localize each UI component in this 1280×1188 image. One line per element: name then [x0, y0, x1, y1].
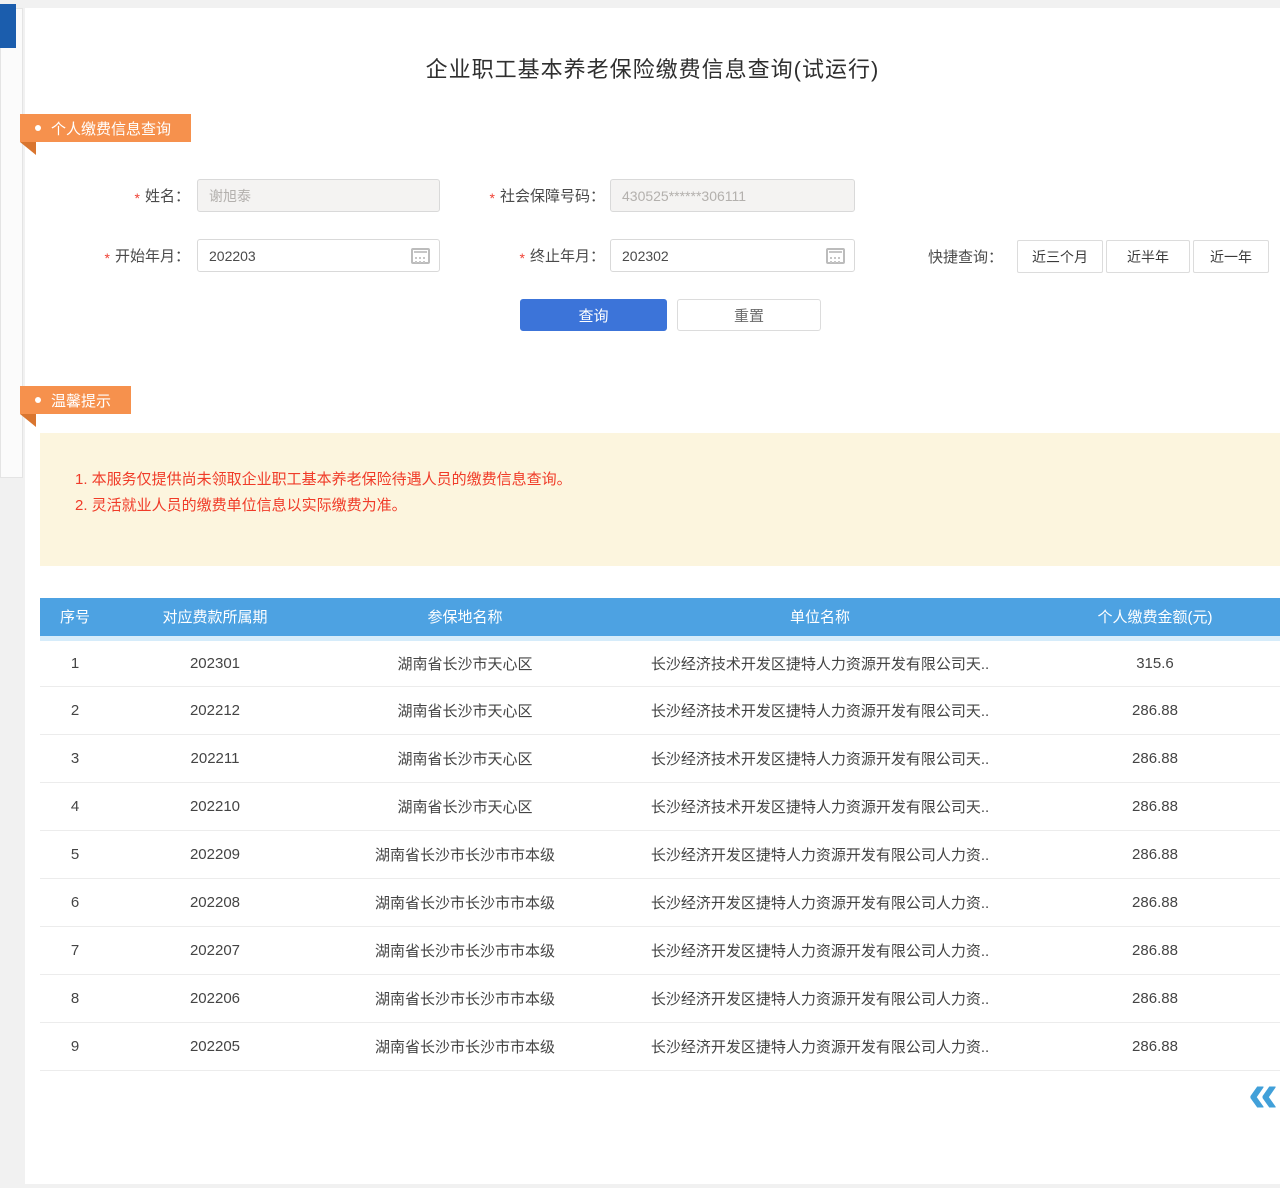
table-cell: 286.88 [1030, 878, 1280, 926]
table-cell: 202205 [110, 1022, 320, 1070]
ssn-label: * 社会保障号码： [430, 179, 605, 212]
table-cell: 286.88 [1030, 782, 1280, 830]
table-cell: 286.88 [1030, 1022, 1280, 1070]
table-cell: 202207 [110, 926, 320, 974]
table-row: 8202206湖南省长沙市长沙市市本级长沙经济开发区捷特人力资源开发有限公司人力… [40, 974, 1280, 1022]
table-cell: 湖南省长沙市长沙市市本级 [320, 830, 610, 878]
table-cell: 8 [40, 974, 110, 1022]
table-cell: 1 [40, 638, 110, 686]
table-cell: 长沙经济技术开发区捷特人力资源开发有限公司天.. [610, 782, 1030, 830]
quick-last-3-months-button[interactable]: 近三个月 [1017, 240, 1103, 273]
table-cell: 7 [40, 926, 110, 974]
table-row: 4202210湖南省长沙市天心区长沙经济技术开发区捷特人力资源开发有限公司天..… [40, 782, 1280, 830]
name-field: 谢旭泰 [197, 179, 440, 212]
quick-query-label: 快捷查询： [880, 240, 1003, 273]
start-month-field[interactable]: 202203 [197, 239, 440, 272]
table-cell: 湖南省长沙市天心区 [320, 638, 610, 686]
table-cell: 湖南省长沙市天心区 [320, 782, 610, 830]
payment-table-body: 1202301湖南省长沙市天心区长沙经济技术开发区捷特人力资源开发有限公司天..… [40, 638, 1280, 1070]
reset-button[interactable]: 重置 [677, 299, 821, 331]
table-cell: 315.6 [1030, 638, 1280, 686]
tips-section-badge: 温馨提示 [20, 386, 131, 414]
table-cell: 湖南省长沙市长沙市市本级 [320, 974, 610, 1022]
bullet-icon [35, 125, 41, 131]
table-cell: 286.88 [1030, 974, 1280, 1022]
table-cell: 202206 [110, 974, 320, 1022]
calendar-icon[interactable] [411, 248, 430, 264]
quick-query-group: 近三个月 近半年 近一年 [1017, 240, 1269, 273]
query-section-badge-label: 个人缴费信息查询 [51, 118, 171, 139]
end-month-field[interactable]: 202302 [610, 239, 855, 272]
name-label: * 姓名： [55, 179, 190, 212]
table-cell: 5 [40, 830, 110, 878]
table-row: 7202207湖南省长沙市长沙市市本级长沙经济开发区捷特人力资源开发有限公司人力… [40, 926, 1280, 974]
table-cell: 湖南省长沙市长沙市市本级 [320, 878, 610, 926]
table-cell: 长沙经济技术开发区捷特人力资源开发有限公司天.. [610, 734, 1030, 782]
table-cell: 长沙经济开发区捷特人力资源开发有限公司人力资.. [610, 974, 1030, 1022]
table-cell: 长沙经济技术开发区捷特人力资源开发有限公司天.. [610, 638, 1030, 686]
table-cell: 286.88 [1030, 686, 1280, 734]
required-asterisk: * [490, 190, 495, 206]
screen: 企业职工基本养老保险缴费信息查询(试运行) 个人缴费信息查询 * 姓名： 谢旭泰… [0, 0, 1280, 1188]
table-row: 6202208湖南省长沙市长沙市市本级长沙经济开发区捷特人力资源开发有限公司人力… [40, 878, 1280, 926]
tips-box: 1. 本服务仅提供尚未领取企业职工基本养老保险待遇人员的缴费信息查询。 2. 灵… [40, 433, 1280, 566]
page-title: 企业职工基本养老保险缴费信息查询(试运行) [25, 52, 1280, 84]
table-cell: 4 [40, 782, 110, 830]
table-row: 5202209湖南省长沙市长沙市市本级长沙经济开发区捷特人力资源开发有限公司人力… [40, 830, 1280, 878]
table-cell: 长沙经济技术开发区捷特人力资源开发有限公司天.. [610, 686, 1030, 734]
header-employer: 单位名称 [610, 598, 1030, 638]
required-asterisk: * [105, 250, 110, 266]
required-asterisk: * [520, 250, 525, 266]
table-cell: 202208 [110, 878, 320, 926]
query-button[interactable]: 查询 [520, 299, 667, 331]
quick-last-half-year-button[interactable]: 近半年 [1106, 240, 1190, 273]
table-cell: 湖南省长沙市长沙市市本级 [320, 926, 610, 974]
table-cell: 6 [40, 878, 110, 926]
table-row: 1202301湖南省长沙市天心区长沙经济技术开发区捷特人力资源开发有限公司天..… [40, 638, 1280, 686]
quick-last-year-button[interactable]: 近一年 [1193, 240, 1269, 273]
header-insured-place: 参保地名称 [320, 598, 610, 638]
calendar-icon[interactable] [826, 248, 845, 264]
header-amount: 个人缴费金额(元) [1030, 598, 1280, 638]
table-cell: 长沙经济开发区捷特人力资源开发有限公司人力资.. [610, 878, 1030, 926]
tips-lines: 1. 本服务仅提供尚未领取企业职工基本养老保险待遇人员的缴费信息查询。 2. 灵… [75, 467, 572, 519]
required-asterisk: * [135, 190, 140, 206]
tip-line: 1. 本服务仅提供尚未领取企业职工基本养老保险待遇人员的缴费信息查询。 [75, 467, 572, 493]
table-cell: 202301 [110, 638, 320, 686]
table-cell: 长沙经济开发区捷特人力资源开发有限公司人力资.. [610, 1022, 1030, 1070]
table-cell: 长沙经济开发区捷特人力资源开发有限公司人力资.. [610, 926, 1030, 974]
table-cell: 9 [40, 1022, 110, 1070]
collapse-chevron-icon[interactable]: « [1248, 1066, 1278, 1120]
start-month-label: * 开始年月： [55, 239, 190, 272]
tip-line: 2. 灵活就业人员的缴费单位信息以实际缴费为准。 [75, 493, 572, 519]
table-row: 2202212湖南省长沙市天心区长沙经济技术开发区捷特人力资源开发有限公司天..… [40, 686, 1280, 734]
ssn-field: 430525******306111 [610, 179, 855, 212]
table-cell: 湖南省长沙市长沙市市本级 [320, 1022, 610, 1070]
table-cell: 2 [40, 686, 110, 734]
end-month-label: * 终止年月： [430, 239, 605, 272]
table-cell: 湖南省长沙市天心区 [320, 686, 610, 734]
table-cell: 202209 [110, 830, 320, 878]
tips-section-badge-label: 温馨提示 [51, 390, 111, 411]
table-header-row: 序号 对应费款所属期 参保地名称 单位名称 个人缴费金额(元) [40, 598, 1280, 638]
header-period: 对应费款所属期 [110, 598, 320, 638]
table-cell: 湖南省长沙市天心区 [320, 734, 610, 782]
table-cell: 286.88 [1030, 734, 1280, 782]
table-cell: 长沙经济开发区捷特人力资源开发有限公司人力资.. [610, 830, 1030, 878]
payment-table: 序号 对应费款所属期 参保地名称 单位名称 个人缴费金额(元) 1202301湖… [40, 598, 1280, 1071]
table-cell: 3 [40, 734, 110, 782]
sidebar-collapsed-tab[interactable] [0, 4, 16, 48]
table-cell: 286.88 [1030, 926, 1280, 974]
table-row: 9202205湖南省长沙市长沙市市本级长沙经济开发区捷特人力资源开发有限公司人力… [40, 1022, 1280, 1070]
bullet-icon [35, 397, 41, 403]
table-row: 3202211湖南省长沙市天心区长沙经济技术开发区捷特人力资源开发有限公司天..… [40, 734, 1280, 782]
table-cell: 202212 [110, 686, 320, 734]
query-section-badge: 个人缴费信息查询 [20, 114, 191, 142]
table-cell: 202211 [110, 734, 320, 782]
table-cell: 202210 [110, 782, 320, 830]
table-cell: 286.88 [1030, 830, 1280, 878]
header-seq: 序号 [40, 598, 110, 638]
